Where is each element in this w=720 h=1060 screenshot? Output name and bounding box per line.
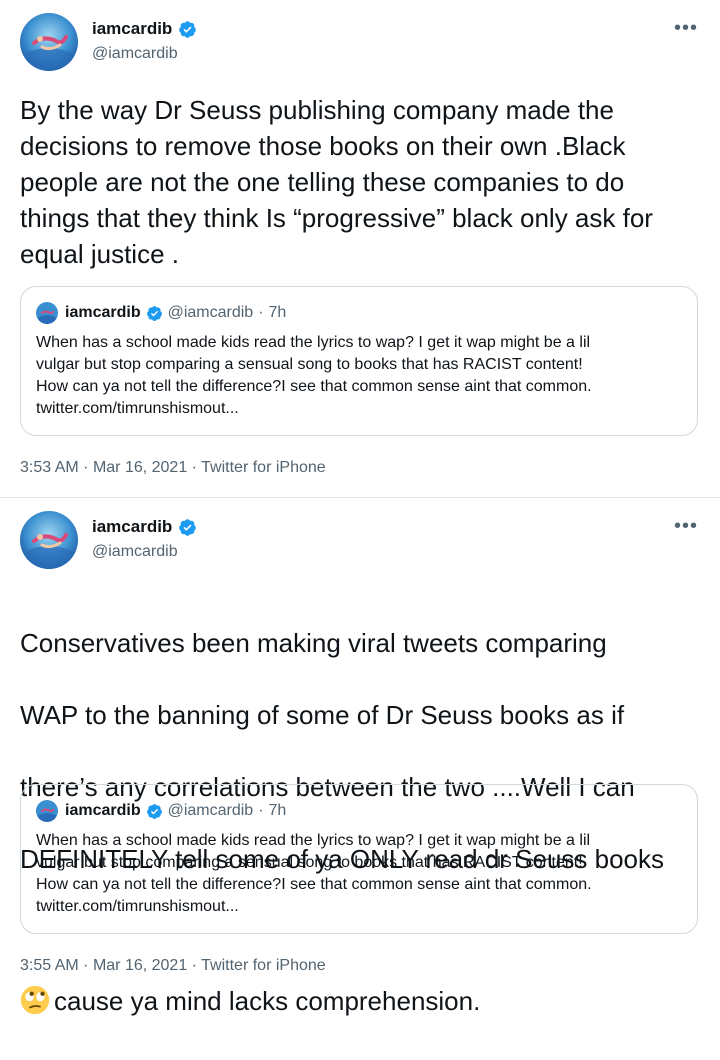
tweet-text: By the way Dr Seuss publishing company m… — [20, 95, 653, 269]
meta-separator: · — [83, 957, 89, 974]
verified-badge-icon — [146, 803, 163, 820]
verified-badge-icon — [178, 20, 197, 39]
quoted-time: 7h — [268, 304, 287, 321]
author-handle: @iamcardib — [92, 543, 178, 560]
author-name[interactable]: iamcardib — [92, 19, 172, 39]
quoted-tweet[interactable]: iamcardib @iamcardib · 7h When has a sch… — [20, 286, 698, 436]
tweet-text-line: WAP to the banning of some of Dr Seuss b… — [20, 700, 625, 730]
tweet-source[interactable]: Twitter for iPhone — [201, 957, 326, 974]
quoted-tweet[interactable]: iamcardib @iamcardib · 7h When has a sch… — [20, 784, 698, 934]
tweet-meta: 3:55 AM · Mar 16, 2021 · Twitter for iPh… — [20, 956, 326, 976]
meta-separator: · — [191, 957, 197, 974]
quoted-header: iamcardib @iamcardib · 7h — [65, 801, 286, 821]
avatar-image — [36, 800, 58, 822]
author-name-row[interactable]: iamcardib — [92, 19, 197, 39]
quoted-author-handle: @iamcardib — [167, 304, 254, 321]
author-avatar[interactable] — [20, 13, 78, 71]
tweet-date[interactable]: Mar 16, 2021 — [93, 459, 187, 476]
author-handle: @iamcardib — [92, 45, 178, 62]
quoted-separator: · — [258, 802, 264, 819]
tweet-2[interactable]: iamcardib @iamcardib ••• Conservatives b… — [0, 498, 720, 1016]
author-name[interactable]: iamcardib — [92, 517, 172, 537]
verified-badge-icon — [178, 518, 197, 537]
verified-badge-icon — [146, 305, 163, 322]
quoted-author-handle: @iamcardib — [167, 802, 254, 819]
tweet-time[interactable]: 3:55 AM — [20, 957, 79, 974]
tweet-text-line: Conservatives been making viral tweets c… — [20, 628, 607, 658]
author-avatar[interactable] — [20, 511, 78, 569]
avatar-image — [36, 302, 58, 324]
quoted-author-name: iamcardib — [65, 802, 141, 819]
quoted-author-name: iamcardib — [65, 304, 141, 321]
meta-separator: · — [191, 459, 197, 476]
quoted-text: When has a school made kids read the lyr… — [36, 334, 592, 417]
tweet-text-last: cause ya mind lacks comprehension. — [54, 986, 481, 1016]
quoted-avatar — [36, 302, 58, 324]
quoted-text: When has a school made kids read the lyr… — [36, 832, 592, 915]
tweet-source[interactable]: Twitter for iPhone — [201, 459, 326, 476]
quoted-separator: · — [258, 304, 264, 321]
meta-separator: · — [83, 459, 89, 476]
quoted-avatar — [36, 800, 58, 822]
more-options-icon[interactable]: ••• — [674, 516, 698, 536]
author-name-row[interactable]: iamcardib — [92, 517, 197, 537]
tweet-date[interactable]: Mar 16, 2021 — [93, 957, 187, 974]
tweet-1[interactable]: iamcardib @iamcardib ••• By the way Dr S… — [0, 0, 720, 498]
quoted-header: iamcardib @iamcardib · 7h — [65, 303, 286, 323]
quoted-time: 7h — [268, 802, 287, 819]
more-options-icon[interactable]: ••• — [674, 18, 698, 38]
avatar-image — [20, 13, 78, 71]
tweet-time[interactable]: 3:53 AM — [20, 459, 79, 476]
tweet-meta: 3:53 AM · Mar 16, 2021 · Twitter for iPh… — [20, 458, 326, 478]
avatar-image — [20, 511, 78, 569]
